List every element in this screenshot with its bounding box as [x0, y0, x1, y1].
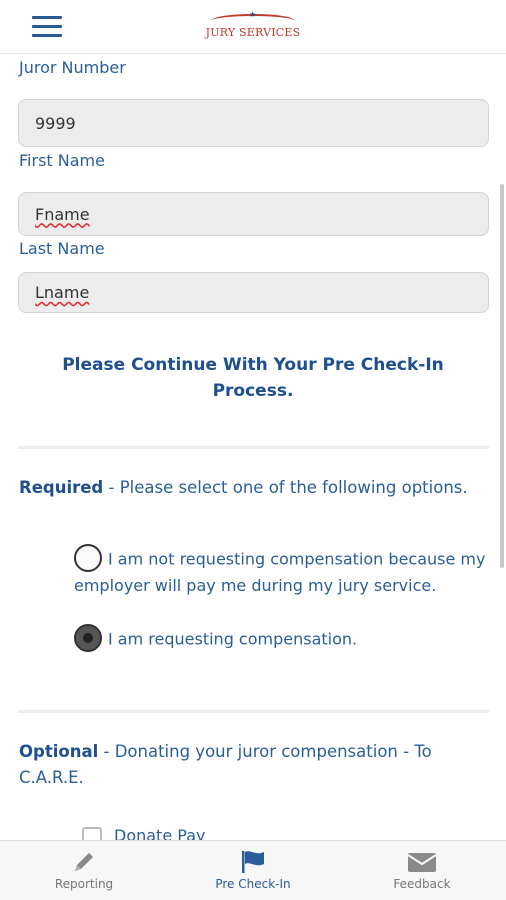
flag-icon — [183, 847, 323, 877]
jury-services-logo: ★ JURY SERVICES — [205, 10, 301, 39]
pre-checkin-notice: Please Continue With Your Pre Check-In P… — [62, 355, 444, 401]
radio-label: I am requesting compensation. — [108, 629, 358, 649]
required-heading: Required — [19, 478, 104, 497]
radio-label: I am not requesting compensation because… — [74, 549, 486, 596]
app-header: ★ JURY SERVICES — [0, 0, 506, 54]
scrollbar[interactable] — [500, 184, 504, 568]
optional-heading: Optional — [19, 742, 99, 761]
radio-button-selected[interactable] — [74, 624, 102, 652]
logo-text: JURY SERVICES — [205, 26, 301, 39]
tab-reporting[interactable]: Reporting — [14, 847, 154, 891]
last-name-label: Last Name — [19, 239, 105, 258]
last-name-value: Lname — [35, 283, 90, 302]
divider — [18, 446, 489, 449]
donate-pay-label: Donate Pay — [114, 826, 206, 840]
bottom-tab-bar: Reporting Pre Check-In Feedback — [0, 840, 506, 900]
pencil-icon — [14, 847, 154, 877]
tab-pre-check-in[interactable]: Pre Check-In — [183, 847, 323, 891]
donate-pay-option[interactable]: Donate Pay — [82, 826, 205, 840]
juror-number-field[interactable]: 9999 — [18, 99, 489, 147]
divider — [18, 710, 489, 713]
juror-number-value: 9999 — [35, 113, 76, 133]
juror-number-label: Juror Number — [19, 58, 126, 77]
tab-label: Pre Check-In — [215, 877, 291, 891]
first-name-field[interactable]: Fname — [18, 192, 489, 236]
required-text: - Please select one of the following opt… — [103, 478, 468, 497]
first-name-label: First Name — [19, 151, 105, 170]
required-section: Required - Please select one of the foll… — [19, 475, 489, 501]
radio-option-no-compensation[interactable]: I am not requesting compensation because… — [74, 544, 489, 598]
tab-feedback[interactable]: Feedback — [352, 847, 492, 891]
radio-option-request-compensation[interactable]: I am requesting compensation. — [74, 624, 489, 654]
donate-pay-checkbox[interactable] — [82, 826, 102, 840]
envelope-icon — [352, 847, 492, 877]
optional-section: Optional - Donating your juror compensat… — [19, 739, 489, 791]
first-name-value: Fname — [35, 204, 90, 224]
last-name-field[interactable]: Lname — [18, 272, 489, 313]
tab-label: Reporting — [54, 877, 114, 891]
tab-label: Feedback — [393, 877, 451, 891]
main-content: Juror Number 9999 First Name Fname Last … — [0, 54, 506, 840]
radio-button-unselected[interactable] — [74, 544, 102, 572]
hamburger-menu-icon[interactable] — [32, 16, 62, 38]
